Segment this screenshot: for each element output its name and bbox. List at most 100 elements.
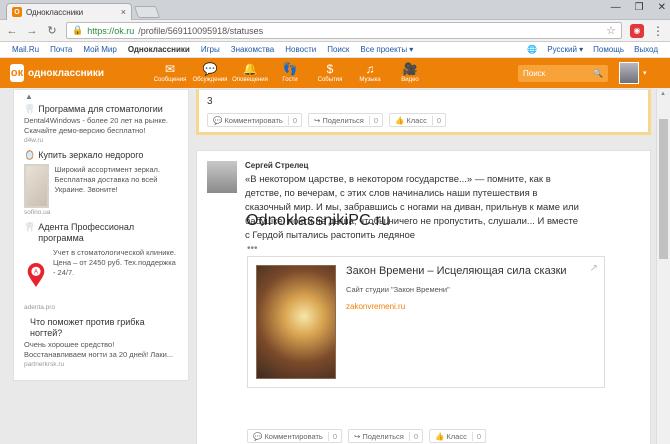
- share-icon: ↪: [354, 431, 361, 441]
- author-avatar[interactable]: [207, 161, 237, 193]
- link-preview-image[interactable]: [256, 265, 336, 379]
- link-logout[interactable]: Выход: [634, 45, 658, 54]
- forward-icon[interactable]: →: [26, 25, 38, 37]
- share-button[interactable]: ↪ Поделиться 0: [308, 113, 383, 127]
- toolbar-notifications[interactable]: 🔔 Оповещения: [230, 63, 270, 84]
- back-icon[interactable]: ←: [6, 25, 18, 37]
- ad-item[interactable]: 🦷 Программа для стоматологии Dental4Windo…: [24, 104, 178, 144]
- language-select[interactable]: Русский ▾: [547, 45, 583, 54]
- mirror-image[interactable]: [24, 164, 50, 208]
- ad-url[interactable]: sofino.ua: [24, 209, 178, 216]
- tooth-icon: 🦷: [24, 222, 36, 232]
- ad-item[interactable]: 🪞 Купить зеркало недорого Широкий ассорти…: [24, 150, 178, 216]
- ad-url[interactable]: partnerkrsk.ru: [24, 361, 178, 368]
- like-button[interactable]: 👍 Класс 0: [428, 429, 487, 443]
- share-label: Поделиться: [362, 431, 404, 441]
- toolbar-discussions[interactable]: 💬 Обсуждения: [190, 63, 230, 84]
- page-scrollbar[interactable]: ▲: [656, 89, 670, 444]
- link-odnoklassniki[interactable]: Одноклассники: [128, 45, 190, 54]
- feed-column: 3 💬 Комментировать 0 ↪ Поделиться 0 👍 Клас…: [196, 89, 651, 444]
- chevron-down-icon[interactable]: ▾: [643, 69, 647, 77]
- share-count: 0: [408, 431, 422, 441]
- music-note-icon: ♫: [365, 62, 375, 76]
- toolbar-label: Гости: [282, 77, 298, 83]
- link-subtitle: Сайт студии "Закон Времени": [346, 285, 450, 294]
- link-all-projects[interactable]: Все проекты ▾: [360, 45, 413, 54]
- address-bar-row: ← → ↻ 🔒 https://ok.ru/profile/5691100959…: [0, 20, 670, 42]
- search-input[interactable]: Поиск 🔍: [518, 65, 608, 82]
- thumbs-up-icon: 👍: [434, 431, 445, 441]
- close-window-icon[interactable]: ✕: [658, 2, 666, 13]
- tab-close-icon[interactable]: ×: [121, 7, 126, 17]
- link-help[interactable]: Помощь: [593, 45, 624, 54]
- ad-text: Dental4Windows - более 20 лет на рынке. …: [24, 116, 169, 135]
- post-author[interactable]: Сергей Стрелец: [245, 161, 585, 170]
- toolbar-label: События: [317, 77, 343, 83]
- comment-button[interactable]: 💬 Комментировать 0: [207, 113, 302, 127]
- comment-button[interactable]: 💬 Комментировать 0: [247, 429, 342, 443]
- maximize-icon[interactable]: ❐: [635, 2, 644, 13]
- link-title[interactable]: Закон Времени – Исцеляющая сила сказки: [346, 265, 567, 277]
- mailbar-right: 🌐 Русский ▾ Помощь Выход: [527, 45, 658, 54]
- link-mailru[interactable]: Mail.Ru: [12, 45, 39, 54]
- link-novosti[interactable]: Новости: [285, 45, 316, 54]
- post-text: «В некотором царстве, в некотором госуда…: [245, 174, 579, 241]
- chevron-up-icon[interactable]: ▲: [25, 92, 33, 101]
- url-input[interactable]: 🔒 https://ok.ru/profile/569110095918/sta…: [66, 22, 622, 39]
- comment-icon: 💬: [213, 115, 223, 125]
- envelope-icon: ✉: [164, 62, 176, 76]
- toolbar-guests[interactable]: 👣 Гости: [270, 62, 310, 84]
- ok-logo[interactable]: ок одноклассники: [10, 64, 150, 82]
- reload-icon[interactable]: ↻: [46, 24, 58, 37]
- user-avatar[interactable]: [619, 62, 639, 84]
- ad-url[interactable]: adenta.pro: [24, 304, 178, 311]
- toolbar-label: Видео: [401, 77, 419, 83]
- map-pin-image[interactable]: A: [24, 247, 48, 303]
- like-label: Класс: [406, 115, 427, 125]
- like-button[interactable]: 👍 Класс 0: [388, 113, 447, 127]
- toolbar-label: Музыка: [359, 77, 381, 83]
- link-znakomstva[interactable]: Знакомства: [231, 45, 275, 54]
- scrollbar-thumb[interactable]: [659, 119, 668, 259]
- external-link-icon[interactable]: ↗: [590, 263, 598, 274]
- toolbar-video[interactable]: 🎥 Видео: [390, 63, 430, 84]
- link-pochta[interactable]: Почта: [50, 45, 72, 54]
- ad-url[interactable]: d4w.ru: [24, 137, 178, 144]
- ad-text: Широкий ассортимент зеркал. Бесплатная д…: [54, 165, 160, 194]
- toolbar-label: Обсуждения: [192, 77, 228, 83]
- link-url[interactable]: zakonvremeni.ru: [346, 302, 567, 311]
- lock-icon: 🔒: [72, 25, 84, 35]
- scroll-up-icon[interactable]: ▲: [660, 91, 666, 97]
- toolbar-label: Оповещения: [232, 77, 268, 83]
- toolbar-events[interactable]: $ События: [310, 63, 350, 84]
- bookmark-star-icon[interactable]: ☆: [606, 24, 616, 37]
- browser-menu-icon[interactable]: ⋮: [652, 24, 664, 38]
- link-poisk[interactable]: Поиск: [327, 45, 349, 54]
- ad-item[interactable]: Что поможет против грибка ногтей? Очень …: [24, 317, 178, 368]
- post-actions: 💬 Комментировать 0 ↪ Поделиться 0 👍 Класс 0: [207, 113, 640, 127]
- search-icon[interactable]: 🔍: [593, 69, 603, 78]
- link-moy-mir[interactable]: Мой Мир: [83, 45, 116, 54]
- share-count: 0: [368, 115, 382, 125]
- mirror-icon: 🪞: [24, 150, 36, 160]
- ad-title[interactable]: Адента Профессионал программа: [38, 222, 178, 244]
- ad-item[interactable]: 🦷 Адента Профессионал программа A Учет в …: [24, 222, 178, 311]
- toolbar-music[interactable]: ♫ Музыка: [350, 62, 390, 84]
- ads-column: ▲ 🦷 Программа для стоматологии Dental4Win…: [13, 89, 189, 381]
- browser-tab[interactable]: O Одноклассники ×: [6, 3, 132, 20]
- ad-title[interactable]: Что поможет против грибка ногтей?: [30, 317, 178, 339]
- new-tab-button[interactable]: [133, 6, 161, 18]
- ad-title[interactable]: Купить зеркало недорого: [38, 150, 143, 161]
- toolbar-messages[interactable]: ✉ Сообщения: [150, 62, 190, 84]
- link-igry[interactable]: Игры: [201, 45, 220, 54]
- more-icon[interactable]: •••: [247, 243, 640, 254]
- footprints-icon: 👣: [282, 62, 298, 76]
- link-preview[interactable]: Закон Времени – Исцеляющая сила сказки С…: [247, 256, 605, 388]
- minimize-icon[interactable]: —: [611, 2, 621, 13]
- extension-icon[interactable]: ◉: [630, 23, 644, 38]
- comment-icon: 💬: [253, 431, 263, 441]
- ad-title[interactable]: Программа для стоматологии: [38, 104, 163, 115]
- share-icon: ↪: [314, 115, 321, 125]
- share-button[interactable]: ↪ Поделиться 0: [348, 429, 423, 443]
- browser-titlebar: O Одноклассники × — ❐ ✕: [0, 0, 670, 20]
